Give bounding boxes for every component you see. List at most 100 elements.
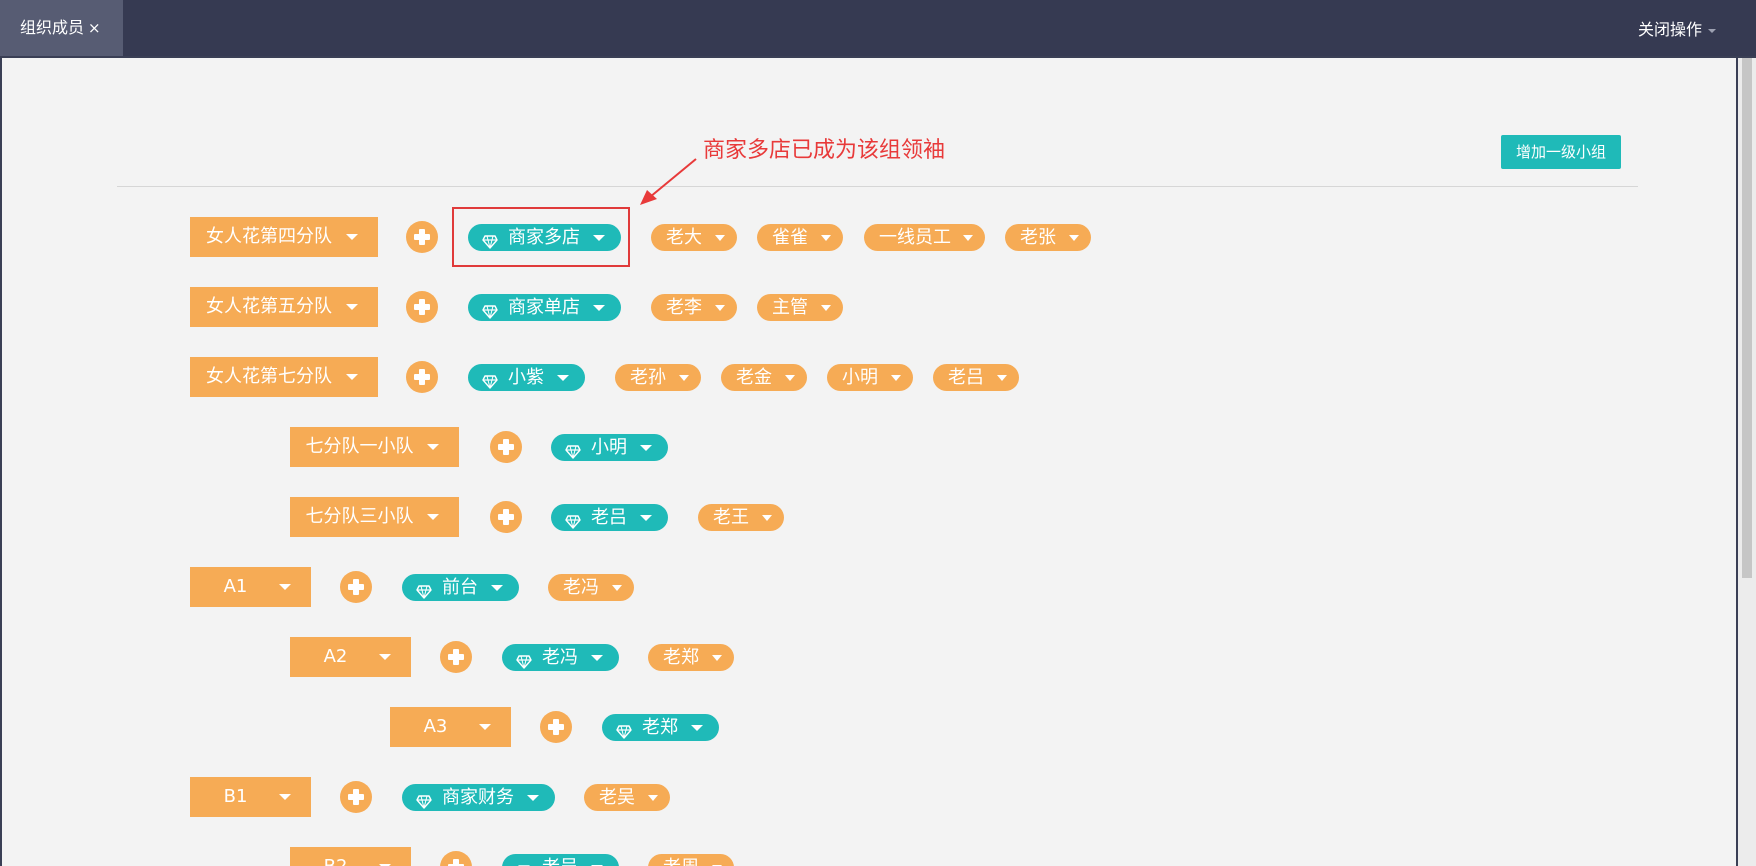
group-name: 女人花第四分队 [206, 226, 332, 247]
chevron-down-icon [715, 305, 725, 311]
member-name: 老王 [713, 507, 749, 528]
member-name: 老张 [1020, 227, 1056, 248]
chevron-down-icon [279, 794, 291, 800]
chevron-down-icon [821, 235, 831, 241]
group-dropdown-button[interactable]: A3 [390, 707, 511, 747]
chevron-down-icon [715, 235, 725, 241]
tab-close-icon[interactable]: × [88, 19, 101, 37]
member-pill[interactable]: 老冯 [548, 574, 634, 601]
member-pill[interactable]: 老李 [651, 294, 737, 321]
leader-pill[interactable]: 老吴 [502, 854, 619, 866]
scrollbar-thumb[interactable] [1742, 58, 1752, 578]
member-name: 雀雀 [772, 227, 808, 248]
diamond-icon [416, 790, 432, 809]
leader-name: 老郑 [642, 717, 678, 738]
chevron-down-icon [346, 304, 358, 310]
leader-pill[interactable]: 老吕 [551, 504, 668, 531]
close-operations-label: 关闭操作 [1637, 20, 1702, 39]
close-operations-dropdown[interactable]: 关闭操作 [1638, 0, 1716, 56]
group-name: A2 [323, 646, 348, 667]
chevron-down-icon [593, 235, 605, 241]
add-member-plus-icon[interactable] [440, 641, 472, 673]
group-name: A3 [423, 716, 448, 737]
member-pill[interactable]: 老吴 [584, 784, 670, 811]
member-name: 老周 [663, 854, 699, 866]
group-dropdown-button[interactable]: 女人花第四分队 [190, 217, 378, 257]
member-pill[interactable]: 老张 [1005, 224, 1091, 251]
add-member-plus-icon[interactable] [540, 711, 572, 743]
group-dropdown-button[interactable]: A1 [190, 567, 311, 607]
chevron-down-icon [1708, 28, 1716, 33]
group-row: A1 前台 老冯 [0, 567, 1700, 607]
group-dropdown-button[interactable]: 七分队一小队 [290, 427, 459, 467]
leader-name: 老吴 [542, 854, 578, 866]
leader-pill[interactable]: 老郑 [602, 714, 719, 741]
member-pill[interactable]: 老王 [698, 504, 784, 531]
leader-name: 前台 [442, 577, 478, 598]
group-row: A3 老郑 [0, 707, 1700, 747]
group-dropdown-button[interactable]: A2 [290, 637, 411, 677]
member-pill[interactable]: 主管 [757, 294, 843, 321]
leader-name: 小紫 [508, 367, 544, 388]
member-name: 老孙 [630, 367, 666, 388]
leader-name: 商家单店 [508, 297, 580, 318]
add-member-plus-icon[interactable] [490, 501, 522, 533]
member-name: 老李 [666, 297, 702, 318]
member-name: 一线员工 [879, 227, 951, 248]
chevron-down-icon [648, 795, 658, 801]
leader-pill[interactable]: 老冯 [502, 644, 619, 671]
member-pill[interactable]: 老郑 [648, 644, 734, 671]
diamond-icon [516, 650, 532, 669]
leader-pill[interactable]: 小明 [551, 434, 668, 461]
member-name: 小明 [842, 367, 878, 388]
chevron-down-icon [785, 375, 795, 381]
group-dropdown-button[interactable]: 女人花第五分队 [190, 287, 378, 327]
diamond-icon [416, 580, 432, 599]
top-bar: 组织成员 × 关闭操作 [0, 0, 1756, 56]
member-pill[interactable]: 老大 [651, 224, 737, 251]
add-member-plus-icon[interactable] [440, 851, 472, 866]
member-pill[interactable]: 小明 [827, 364, 913, 391]
leader-pill[interactable]: 商家财务 [402, 784, 555, 811]
chevron-down-icon [279, 584, 291, 590]
member-pill[interactable]: 雀雀 [757, 224, 843, 251]
group-dropdown-button[interactable]: B2 [290, 847, 411, 866]
add-member-plus-icon[interactable] [406, 291, 438, 323]
tab-org-members[interactable]: 组织成员 × [0, 0, 123, 56]
add-member-plus-icon[interactable] [490, 431, 522, 463]
chevron-down-icon [1069, 235, 1079, 241]
diamond-icon [482, 230, 498, 249]
chevron-down-icon [640, 515, 652, 521]
member-name: 老大 [666, 227, 702, 248]
chevron-down-icon [612, 585, 622, 591]
add-member-plus-icon[interactable] [340, 571, 372, 603]
chevron-down-icon [427, 444, 439, 450]
chevron-down-icon [479, 724, 491, 730]
leader-pill[interactable]: 商家单店 [468, 294, 621, 321]
diamond-icon [516, 860, 532, 866]
group-row: 女人花第七分队 小紫 老孙 老金 小明 老吕 [0, 357, 1700, 397]
member-pill[interactable]: 一线员工 [864, 224, 985, 251]
add-member-plus-icon[interactable] [340, 781, 372, 813]
group-row: B2 老吴 老周 [0, 847, 1700, 866]
member-pill[interactable]: 老周 [648, 854, 734, 866]
chevron-down-icon [591, 655, 603, 661]
add-member-plus-icon[interactable] [406, 221, 438, 253]
group-name: B2 [290, 847, 381, 866]
group-dropdown-button[interactable]: 女人花第七分队 [190, 357, 378, 397]
leader-pill[interactable]: 商家多店 [468, 224, 621, 251]
member-pill[interactable]: 老金 [721, 364, 807, 391]
chevron-down-icon [593, 305, 605, 311]
member-pill[interactable]: 老吕 [933, 364, 1019, 391]
leader-pill[interactable]: 小紫 [468, 364, 585, 391]
leader-pill[interactable]: 前台 [402, 574, 519, 601]
chevron-down-icon [712, 655, 722, 661]
group-dropdown-button[interactable]: B1 [190, 777, 311, 817]
add-member-plus-icon[interactable] [406, 361, 438, 393]
diamond-icon [482, 300, 498, 319]
add-top-level-group-button[interactable]: 增加一级小组 [1501, 135, 1621, 169]
chevron-down-icon [891, 375, 901, 381]
group-dropdown-button[interactable]: 七分队三小队 [290, 497, 459, 537]
member-pill[interactable]: 老孙 [615, 364, 701, 391]
diamond-icon [482, 370, 498, 389]
